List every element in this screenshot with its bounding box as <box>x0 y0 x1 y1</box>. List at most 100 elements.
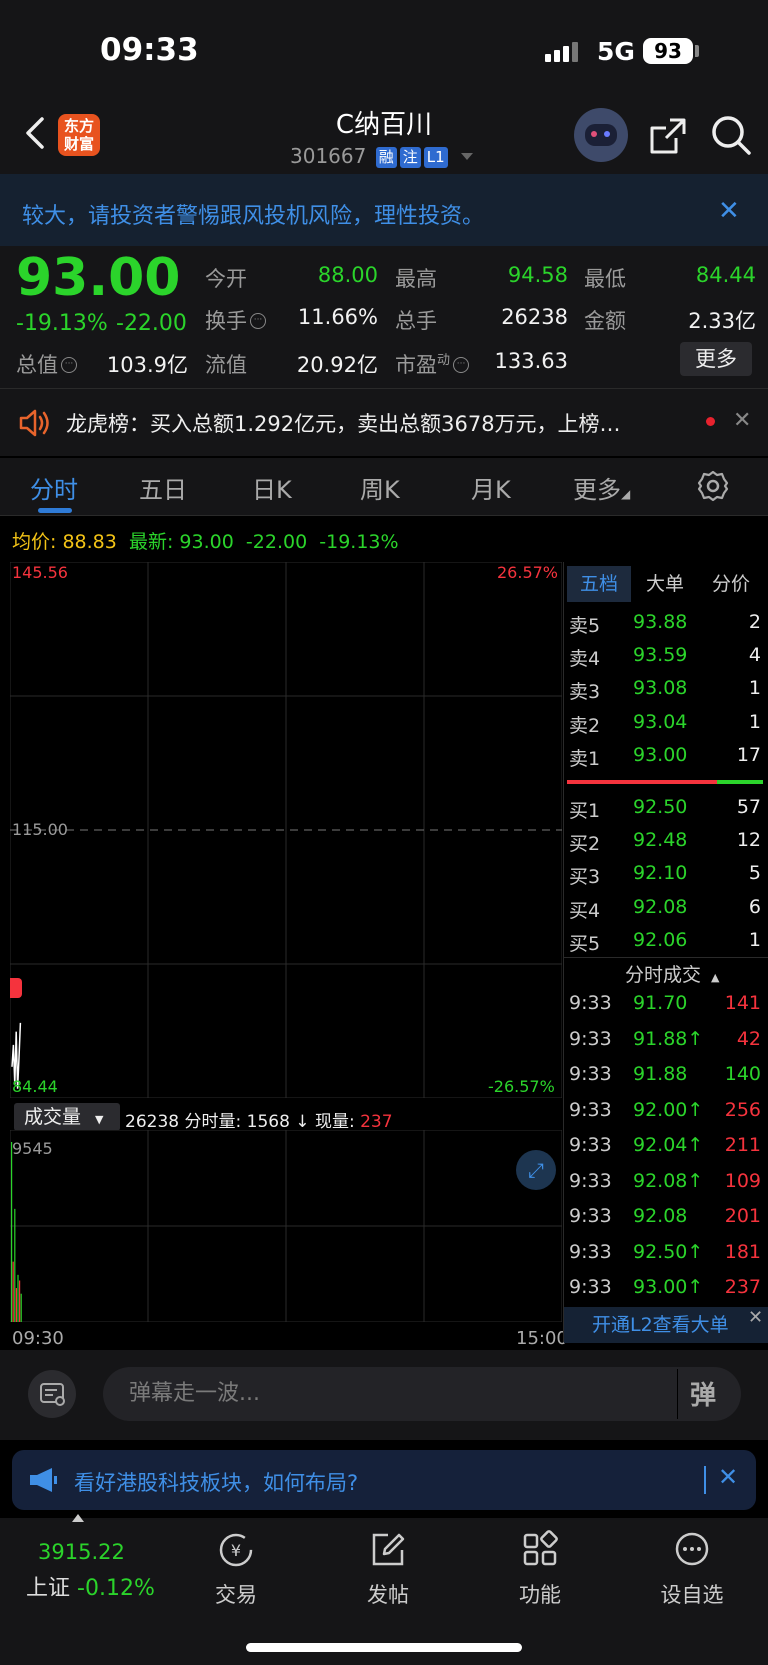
bid-row[interactable]: 买2 92.48 12 <box>565 825 763 858</box>
danmu-input[interactable]: 弹幕走一波... <box>103 1367 741 1421</box>
pe-label[interactable]: 市盈动 ··· <box>395 349 470 379</box>
trade-row[interactable]: 9:33 92.00↑ 256 <box>565 1094 763 1129</box>
expand-icon[interactable]: ⤢ <box>516 1150 556 1190</box>
trade-icon: ¥ <box>219 1533 253 1567</box>
info-icon: ··· <box>453 357 470 373</box>
bid-volume: 12 <box>736 829 761 852</box>
danmu-toggle-button[interactable]: 弹 <box>690 1375 716 1412</box>
tab-daily-k[interactable]: 日K <box>252 470 292 505</box>
danmu-settings-icon[interactable] <box>28 1370 76 1418</box>
gear-icon[interactable] <box>697 470 729 502</box>
trade-volume: 109 <box>724 1169 761 1192</box>
ask-volume: 2 <box>748 611 761 633</box>
trade-price: 92.08↑ <box>633 1169 704 1192</box>
trade-time: 9:33 <box>569 1027 612 1050</box>
intraday-chart[interactable] <box>10 562 562 1098</box>
eastmoney-logo[interactable]: 东方 财富 <box>58 114 100 156</box>
nav-watchlist[interactable]: 设自选 <box>642 1530 742 1609</box>
volume-selector[interactable]: 成交量 ▼ <box>14 1103 120 1131</box>
bid-label: 买4 <box>569 899 601 922</box>
turnover-label[interactable]: 换手 ··· <box>205 305 266 335</box>
caret-up-icon <box>72 1514 84 1522</box>
ask-row[interactable]: 卖2 93.04 1 <box>565 707 763 740</box>
current-volume-value: 237 <box>360 1112 393 1132</box>
volume-bar <box>11 1142 13 1322</box>
nav-post[interactable]: 发帖 <box>338 1530 438 1609</box>
trade-row[interactable]: 9:33 92.04↑ 211 <box>565 1129 763 1164</box>
volume-bar <box>15 1288 17 1322</box>
bid-row[interactable]: 买5 92.06 1 <box>565 925 763 958</box>
x-start-label: 09:30 <box>12 1328 64 1349</box>
tab-level5[interactable]: 五档 <box>567 566 631 602</box>
bid-row[interactable]: 买3 92.10 5 <box>565 858 763 891</box>
megaphone-icon <box>30 1468 57 1492</box>
change-percent: -19.13% <box>16 311 108 336</box>
trade-row[interactable]: 9:33 93.00↑ 237 <box>565 1271 763 1306</box>
trade-row[interactable]: 9:33 91.88↑ 42 <box>565 1023 763 1058</box>
trade-time: 9:33 <box>569 1276 612 1298</box>
open-label: 今开 <box>205 267 247 291</box>
tab-monthly-k[interactable]: 月K <box>471 470 511 505</box>
volume-selector-label: 成交量 <box>24 1106 82 1128</box>
y-bottom-pct: -26.57% <box>488 1077 555 1096</box>
float-cap-label: 流值 <box>205 353 247 377</box>
ask-ratio-bar <box>567 780 717 784</box>
svg-text:¥: ¥ <box>231 1541 241 1560</box>
ask-row[interactable]: 卖5 93.88 2 <box>565 607 763 640</box>
tab-five-day[interactable]: 五日 <box>139 470 187 505</box>
ask-volume: 1 <box>748 677 761 700</box>
ask-label: 卖1 <box>569 747 601 770</box>
trade-volume: 42 <box>736 1027 761 1050</box>
tab-price-dist[interactable]: 分价 <box>699 566 763 602</box>
trade-row[interactable]: 9:33 91.88 140 <box>565 1058 763 1093</box>
trade-row[interactable]: 9:33 92.50↑ 181 <box>565 1236 763 1271</box>
volume-chart[interactable] <box>10 1130 562 1322</box>
trade-row[interactable]: 9:33 92.08 201 <box>565 1200 763 1235</box>
nav-functions[interactable]: 功能 <box>490 1530 590 1609</box>
ask-row[interactable]: 卖4 93.59 4 <box>565 640 763 673</box>
caret-down-icon[interactable] <box>461 153 473 160</box>
mktcap-label-text: 总值 <box>16 353 58 377</box>
volume-label: 总手 <box>395 309 437 333</box>
tab-big-orders[interactable]: 大单 <box>633 566 697 602</box>
trade-row[interactable]: 9:33 92.08↑ 109 <box>565 1165 763 1200</box>
tab-intraday[interactable]: 分时 <box>30 470 78 505</box>
mktcap-value: 103.9亿 <box>106 353 188 377</box>
pe-sup: 动 <box>437 353 451 368</box>
trades-title[interactable]: 分时成交 ▲ <box>625 960 719 987</box>
volume-value: 26238 <box>501 305 568 329</box>
bid-row[interactable]: 买1 92.50 57 <box>565 792 763 825</box>
latest-value: 93.00 <box>179 531 234 553</box>
l2-upgrade-link[interactable]: 开通L2查看大单 <box>564 1307 768 1343</box>
ask-row[interactable]: 卖1 93.00 17 <box>565 740 763 773</box>
y-mid-price: 115.00 <box>12 820 68 839</box>
y-top-pct: 26.57% <box>497 563 559 582</box>
nav-trade[interactable]: ¥ 交易 <box>186 1530 286 1609</box>
nav-functions-label: 功能 <box>519 1583 561 1607</box>
bid-row[interactable]: 买4 92.08 6 <box>565 892 763 925</box>
close-icon[interactable]: ✕ <box>748 1307 768 1328</box>
more-button[interactable]: 更多 <box>680 342 752 376</box>
close-icon[interactable]: ✕ <box>718 1463 738 1491</box>
close-icon[interactable]: ✕ <box>733 408 751 433</box>
index-row[interactable]: 上证 -0.12% <box>26 1570 155 1602</box>
ask-label: 卖5 <box>569 615 601 637</box>
y-top-price: 145.56 <box>12 563 68 582</box>
robot-face <box>585 124 617 146</box>
close-icon[interactable]: ✕ <box>718 196 740 226</box>
turnover-value: 11.66% <box>297 305 378 329</box>
stock-code-row[interactable]: 301667 融注 L1 <box>290 144 448 168</box>
mktcap-label[interactable]: 总值 ··· <box>16 349 77 379</box>
trade-row[interactable]: 9:33 91.70 141 <box>565 987 763 1022</box>
search-icon[interactable] <box>710 114 752 156</box>
back-icon[interactable] <box>22 113 52 153</box>
battery-icon: 93 <box>643 38 693 64</box>
trade-price: 92.50↑ <box>633 1240 704 1263</box>
tab-weekly-k[interactable]: 周K <box>360 470 400 505</box>
ask-row[interactable]: 卖3 93.08 1 <box>565 673 763 706</box>
tab-more[interactable]: 更多◢ <box>573 470 630 505</box>
index-value[interactable]: 3915.22 <box>38 1540 125 1564</box>
current-volume-label: 现量: <box>314 1112 355 1132</box>
share-icon[interactable] <box>648 116 688 156</box>
volume-bar <box>20 1293 22 1322</box>
